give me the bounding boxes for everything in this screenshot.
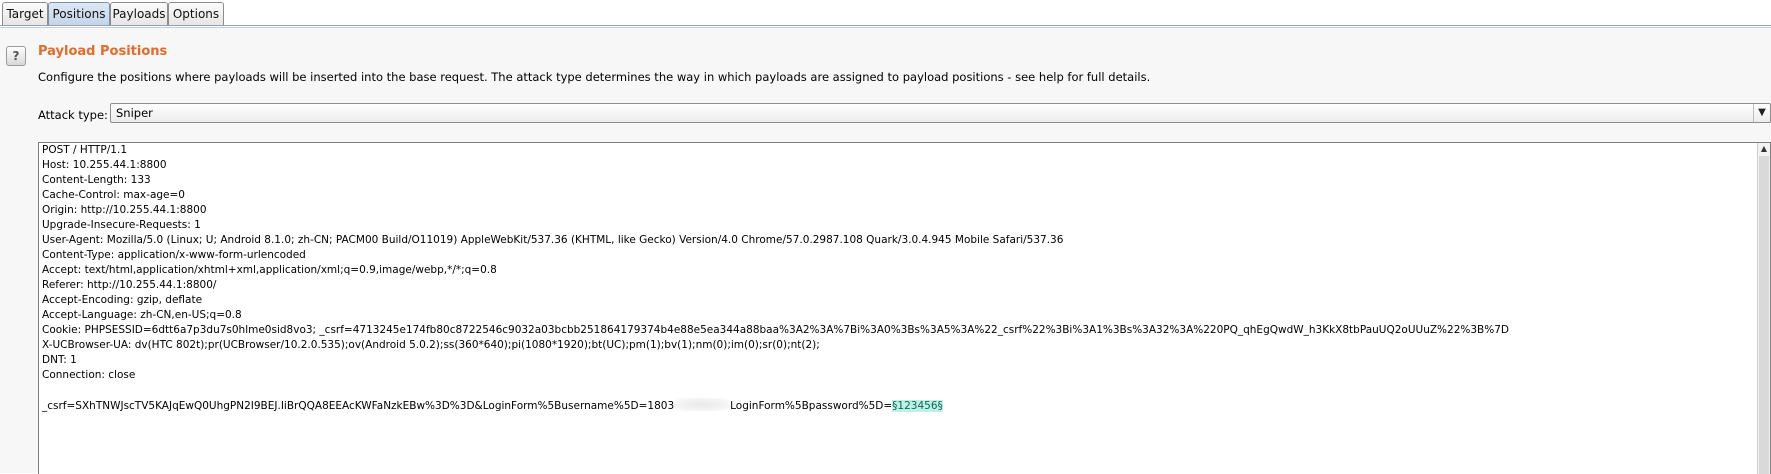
request-body: _csrf=SXhTNWJscTV5KAJqEwQ0UhgPN2I9BEJ.Ii… xyxy=(39,398,1770,413)
request-line: Accept: text/html,application/xhtml+xml,… xyxy=(42,264,497,276)
request-editor[interactable]: POST / HTTP/1.1 Host: 10.255.44.1:8800 C… xyxy=(38,142,1771,474)
scroll-thumb[interactable] xyxy=(1759,156,1769,474)
tab-target[interactable]: Target xyxy=(2,2,48,25)
request-line: DNT: 1 xyxy=(42,354,77,366)
section-description: Configure the positions where payloads w… xyxy=(38,70,1151,84)
request-line: X-UCBrowser-UA: dv(HTC 802t);pr(UCBrowse… xyxy=(42,339,820,351)
request-line: Accept-Encoding: gzip, deflate xyxy=(42,294,203,306)
request-headers: POST / HTTP/1.1 Host: 10.255.44.1:8800 C… xyxy=(39,143,1770,398)
request-line: Content-Length: 133 xyxy=(42,174,151,186)
tab-bar: Target Positions Payloads Options xyxy=(0,0,1771,28)
request-line: Origin: http://10.255.44.1:8800 xyxy=(42,204,207,216)
tab-positions[interactable]: Positions xyxy=(48,2,110,25)
request-line: Content-Type: application/x-www-form-url… xyxy=(42,249,306,261)
request-line: Host: 10.255.44.1:8800 xyxy=(42,159,167,171)
request-line: Upgrade-Insecure-Requests: 1 xyxy=(42,219,201,231)
request-line: Referer: http://10.255.44.1:8800/ xyxy=(42,279,217,291)
help-icon[interactable]: ? xyxy=(6,46,26,66)
request-line: Connection: close xyxy=(42,369,136,381)
payload-position-marker[interactable]: §123456§ xyxy=(892,400,943,412)
request-line xyxy=(39,383,1770,398)
body-prefix: _csrf=SXhTNWJscTV5KAJqEwQ0UhgPN2I9BEJ.Ii… xyxy=(42,400,675,412)
request-line: Cache-Control: max-age=0 xyxy=(42,189,185,201)
tab-payloads[interactable]: Payloads xyxy=(110,2,168,25)
scroll-up-icon[interactable]: ▲ xyxy=(1758,143,1770,155)
positions-panel: ? Payload Positions Configure the positi… xyxy=(0,28,1771,474)
request-line: Accept-Language: zh-CN,en-US;q=0.8 xyxy=(42,309,242,321)
attack-type-select[interactable]: Sniper ▼ xyxy=(110,103,1771,123)
chevron-down-icon[interactable]: ▼ xyxy=(1753,104,1770,122)
vertical-scrollbar[interactable]: ▲ xyxy=(1757,143,1770,474)
attack-type-value: Sniper xyxy=(116,106,153,120)
request-line: User-Agent: Mozilla/5.0 (Linux; U; Andro… xyxy=(42,234,1064,246)
request-line: POST / HTTP/1.1 xyxy=(42,144,127,156)
section-title: Payload Positions xyxy=(38,44,168,59)
tab-options[interactable]: Options xyxy=(168,2,224,25)
redacted-blur xyxy=(674,398,731,411)
tab-divider xyxy=(0,25,1771,26)
body-middle: LoginForm%5Bpassword%5D= xyxy=(730,400,893,412)
attack-type-label: Attack type: xyxy=(38,108,108,122)
request-line: Cookie: PHPSESSID=6dtt6a7p3du7s0hlme0sid… xyxy=(42,324,1510,336)
